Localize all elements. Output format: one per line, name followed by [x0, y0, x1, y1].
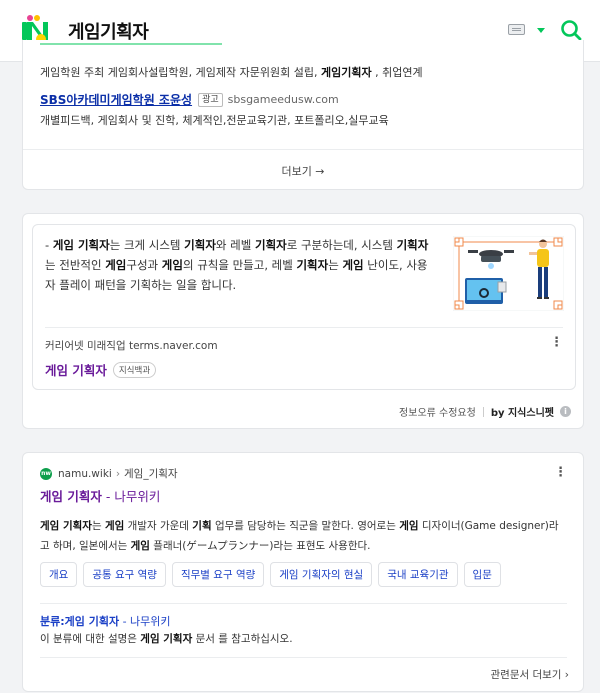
highlighted-text: 기획자	[254, 238, 287, 252]
result-title-link[interactable]: 게임 기획자 - 나무위키	[40, 486, 160, 505]
web-result-card: nw namu.wiki › 게임_기획자 ⋮ 게임 기획자 - 나무위키 게임…	[22, 452, 584, 692]
ad-title-link[interactable]: SBS아카데미게임학원 조윤성	[40, 91, 192, 108]
ad-section: 게임학원 주최 게임회사설립학원, 게임제작 자문위원회 설립, 게임기획자 ,…	[22, 40, 584, 190]
highlighted-text: 게임	[342, 258, 364, 272]
search-icon[interactable]	[560, 19, 582, 41]
ad-item: SBS아카데미게임학원 조윤성 광고 sbsgameedusw.com	[40, 91, 339, 108]
text-run: 는	[91, 520, 105, 532]
game-planner-illustration[interactable]	[453, 236, 564, 311]
report-row: 정보오류 수정요청 by 지식스니펫 i	[399, 404, 571, 419]
highlighted-text: 게임 기획자	[52, 238, 110, 252]
category-chip: 지식백과	[112, 361, 157, 378]
snippet-title-link[interactable]: 게임 기획자	[45, 360, 107, 379]
text-run: 플래너(ゲームプランナー)라는 표현도 사용한다.	[149, 540, 371, 552]
sub-result-title-link[interactable]: 분류:게임 기획자 - 나무위키	[40, 613, 171, 629]
text-run: 와 레벨	[215, 238, 255, 252]
ad-url[interactable]: sbsgameedusw.com	[228, 93, 339, 106]
divider	[482, 406, 484, 417]
related-docs-more-button[interactable]: 관련문서 더보기 ›	[491, 667, 570, 682]
text-run: 업무를 담당하는 직군을 말한다. 영어로는	[211, 520, 400, 532]
highlighted-text: 게임	[161, 258, 183, 272]
section-tag[interactable]: 입문	[463, 562, 501, 587]
divider	[40, 43, 222, 45]
sub-result-description: 이 분류에 대한 설명은 게임 기획자 문서 를 참고하십시오.	[40, 633, 293, 645]
chevron-down-icon[interactable]	[537, 28, 545, 33]
snippet-text: - 게임 기획자는 크게 시스템 기획자와 레벨 기획자로 구분하는데, 시스템…	[45, 235, 437, 295]
crumb-separator: ›	[115, 467, 121, 480]
snippet-source[interactable]: 커리어넷 미래직업 terms.naver.com	[45, 338, 218, 353]
info-icon[interactable]: i	[560, 406, 571, 417]
knowledge-snippet[interactable]: - 게임 기획자는 크게 시스템 기획자와 레벨 기획자로 구분하는데, 시스템…	[32, 224, 576, 390]
divider	[40, 657, 567, 658]
result-description: 게임 기획자는 게임 개발자 가운데 기획 업무를 담당하는 직군을 말한다. …	[40, 516, 566, 556]
more-button[interactable]: 더보기 →	[23, 163, 583, 179]
ad-description-2: 개별피드백, 게임회사 및 진학, 체계적인,전문교육기관, 포트폴리오,실무교…	[40, 114, 389, 127]
section-tag[interactable]: 국내 교육기관	[378, 562, 458, 587]
site-breadcrumb[interactable]: nw namu.wiki › 게임_기획자	[40, 466, 178, 481]
section-tag[interactable]: 공통 요구 역량	[83, 562, 166, 587]
section-tag[interactable]: 개요	[40, 562, 78, 587]
divider	[45, 327, 563, 328]
highlighted-text: 게임	[105, 258, 127, 272]
highlighted-text: 게임	[399, 520, 419, 532]
text-run: -	[45, 238, 53, 252]
ad-badge: 광고	[198, 92, 223, 107]
snippet-brand: by 지식스니펫	[490, 408, 554, 419]
highlighted-text: 기획자	[396, 238, 429, 252]
section-tag[interactable]: 게임 기획자의 현실	[270, 562, 373, 587]
section-tag[interactable]: 직무별 요구 역량	[171, 562, 265, 587]
text-run: 개발자 가운데	[124, 520, 193, 532]
more-options-icon[interactable]: ⋮	[554, 465, 567, 480]
highlighted-text: 게임 기획자	[40, 520, 92, 532]
text-run: 로 구분하는데, 시스템	[286, 238, 397, 252]
text-run: 구성과	[126, 258, 162, 272]
text-run: 는 크게 시스템	[109, 238, 185, 252]
highlighted-text: 기획자	[184, 238, 216, 252]
knowledge-snippet-card: - 게임 기획자는 크게 시스템 기획자와 레벨 기획자로 구분하는데, 시스템…	[22, 213, 584, 429]
site-path: 게임_기획자	[124, 468, 178, 480]
highlighted-text: 기획자	[296, 258, 329, 272]
snippet-title-row: 게임 기획자 지식백과	[45, 360, 157, 379]
keyboard-icon[interactable]	[508, 24, 525, 35]
highlighted-text: 게임	[130, 540, 150, 552]
report-error-link[interactable]: 정보오류 수정요청	[399, 404, 476, 419]
section-tags: 개요 공통 요구 역량 직무별 요구 역량 게임 기획자의 현실 국내 교육기관 입문	[40, 562, 507, 587]
highlighted-text: 게임	[104, 520, 125, 532]
divider	[23, 149, 583, 150]
text-run: 의 규칙을 만들고, 레벨	[182, 258, 297, 272]
namu-wiki-favicon-icon: nw	[40, 467, 52, 480]
site-name: namu.wiki	[58, 467, 112, 480]
text-run: 는	[328, 258, 343, 272]
divider	[40, 603, 567, 604]
highlighted-text: 기획	[192, 520, 212, 532]
more-options-icon[interactable]: ⋮	[550, 336, 563, 349]
ad-description: 게임학원 주최 게임회사설립학원, 게임제작 자문위원회 설립, 게임기획자 ,…	[40, 66, 423, 79]
text-run: 는 전반적인	[45, 258, 106, 272]
